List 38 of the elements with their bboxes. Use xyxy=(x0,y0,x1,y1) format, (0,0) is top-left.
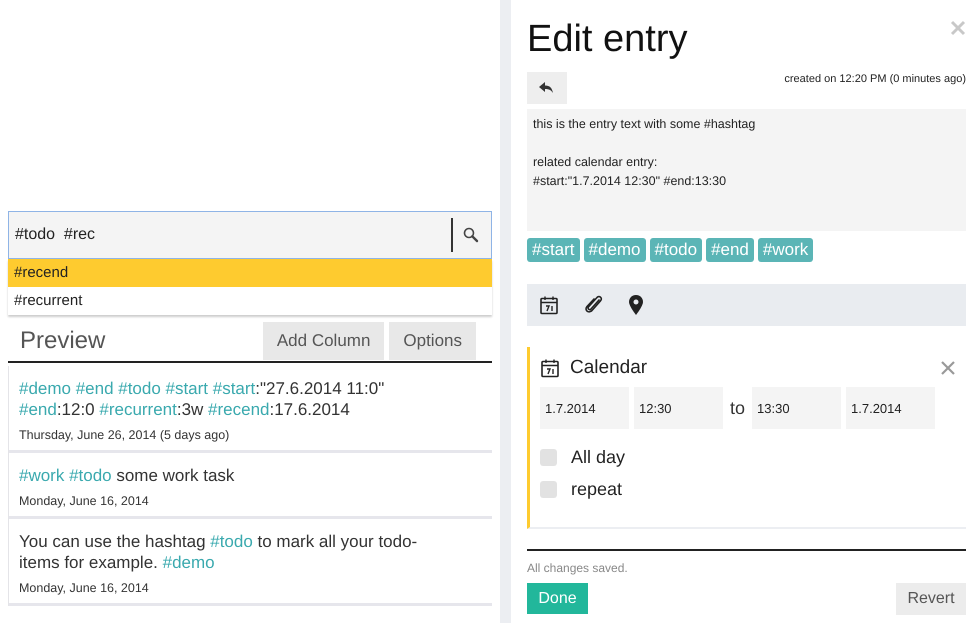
created-timestamp: created on 12:20 PM (0 minutes ago) xyxy=(784,73,966,85)
preview-button[interactable]: Options xyxy=(389,322,476,360)
undo-button[interactable] xyxy=(527,72,567,104)
calendar-icon xyxy=(540,358,560,378)
range-separator: to xyxy=(729,398,746,418)
entry-card[interactable]: #work #todo some work task Monday, June 16, 2014 xyxy=(9,453,492,519)
suggestion-item[interactable]: #recend xyxy=(8,259,492,287)
start-time-field[interactable]: 12:30 xyxy=(634,387,723,429)
checkbox[interactable] xyxy=(540,480,557,498)
calendar-icon[interactable] xyxy=(539,295,559,315)
suggestion-item[interactable]: #recurrent xyxy=(8,287,492,315)
preview-title: Preview xyxy=(20,327,106,355)
editor-title: Edit entry xyxy=(527,17,688,62)
reply-arrow-icon xyxy=(539,82,555,94)
end-time-field[interactable]: 13:30 xyxy=(752,387,842,429)
checkbox-label: repeat xyxy=(571,478,622,500)
end-date-field[interactable]: 1.7.2014 xyxy=(846,387,936,429)
map-pin-icon[interactable] xyxy=(629,295,643,315)
preview-button[interactable]: Add Column xyxy=(262,322,384,360)
entry-card[interactable]: #demo #end #todo #start #start:"27.6.2014 11:0" #end:12:0 #recurrent:3w #recend:17.6.2014 Thursday, June 26, 2014 (5 days ago) xyxy=(9,366,492,453)
checkbox[interactable] xyxy=(540,448,557,466)
entry-text: #work #todo some work task xyxy=(19,465,236,486)
entry-date: Thursday, June 26, 2014 (5 days ago) xyxy=(19,428,230,442)
checkbox-label: All day xyxy=(571,446,626,468)
calendar-title: Calendar xyxy=(570,357,648,379)
entry-text: #demo #end #todo #start #start:"27.6.2014 11:0" #end:12:0 #recurrent:3w #recend:17.6.2014 xyxy=(19,378,386,420)
start-date-field[interactable]: 1.7.2014 xyxy=(540,387,629,429)
save-status: All changes saved. xyxy=(527,561,629,575)
search-input-text: #todo #rec xyxy=(15,226,96,244)
search-field[interactable]: #todo #rec xyxy=(8,211,492,259)
entry-date: Monday, June 16, 2014 xyxy=(19,494,150,508)
revert-button[interactable]: Revert xyxy=(896,583,966,615)
entry-text-field[interactable]: this is the entry text with some #hashtag related calendar entry: #start:"1.7.2014 12:30" #end:13:30 xyxy=(527,109,966,231)
entry-card[interactable]: You can use the hashtag #todo to mark all your todo-items for example. #demo Monday, June 16, 2014 xyxy=(9,519,492,606)
close-icon[interactable] xyxy=(940,360,956,376)
entry-text: You can use the hashtag #todo to mark all your todo-items for example. #demo xyxy=(19,531,418,573)
entry-date: Monday, June 16, 2014 xyxy=(19,581,150,595)
search-icon[interactable] xyxy=(463,227,479,243)
